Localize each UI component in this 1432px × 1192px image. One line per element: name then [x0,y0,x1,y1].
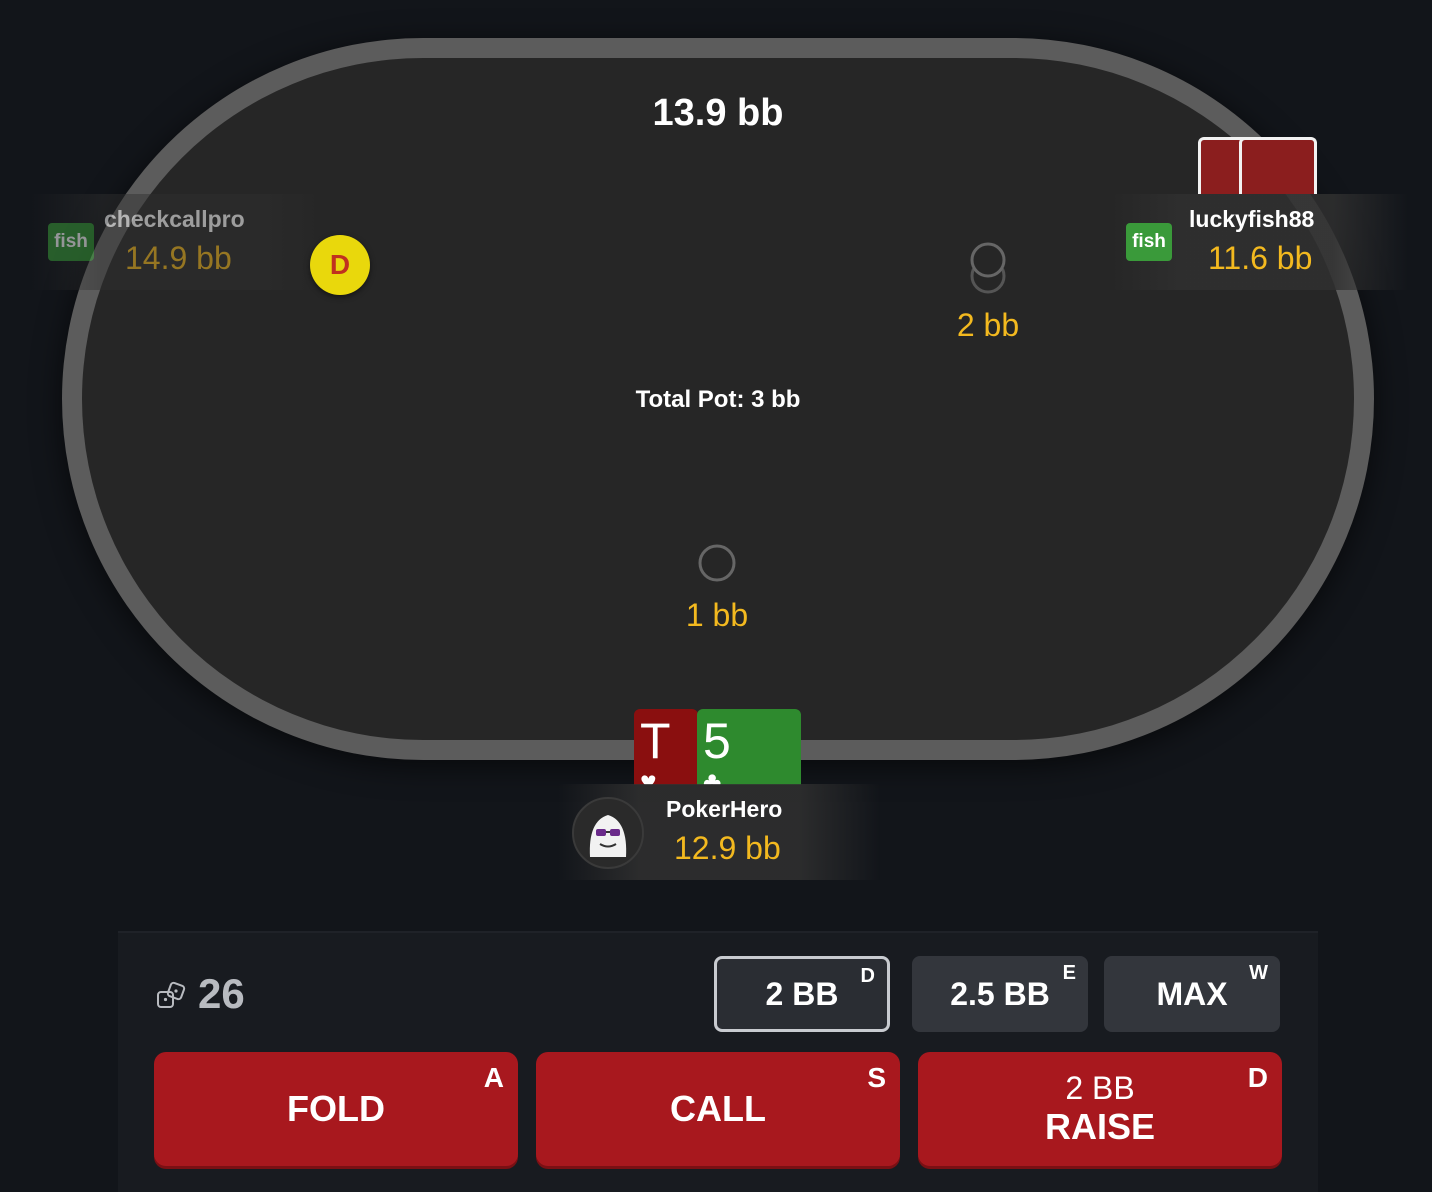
hotkey-label: D [1247,1062,1268,1093]
hotkey-label: A [483,1062,504,1093]
bet-amount: 2 bb [956,307,1020,343]
fold-button[interactable]: FOLD A [154,1052,518,1166]
dealer-button: D [310,235,370,295]
avatar-icon [589,815,627,857]
hole-card-1: T ♥ [634,709,698,785]
fold-label: FOLD [287,1088,385,1129]
player-stack: 14.9 bb [125,240,232,276]
hotkey-label: W [1249,962,1268,984]
card-rank: 5 [703,713,731,769]
size-button-2-5bb[interactable]: 2.5 BB E [912,956,1088,1032]
size-label: 2.5 BB [950,975,1050,1012]
seat-luckyfish88[interactable]: fish luckyfish88 11.6 bb [1110,194,1408,290]
pot-display: 13.9 bb [652,92,784,134]
call-button[interactable]: CALL S [536,1052,900,1166]
seat-checkcallpro[interactable]: fish checkcallpro 14.9 bb [28,194,324,290]
avatar [572,797,644,869]
player-tag: fish [1126,223,1172,261]
player-stack: 11.6 bb [1208,240,1313,276]
player-stack: 12.9 bb [674,830,781,866]
hotkey-label: D [860,965,875,987]
size-button-max[interactable]: MAX W [1104,956,1280,1032]
dice-icon [157,981,186,1008]
size-label: 2 BB [765,975,839,1012]
hotkey-label: E [1062,962,1076,984]
raise-label: RAISE [1044,1106,1156,1147]
hearts-icon: ♥ [640,766,657,786]
hotkey-label: S [867,1062,886,1093]
card-back [1239,137,1317,194]
player-name: PokerHero [666,796,783,822]
card-rank: T [640,713,671,769]
player-tag: fish [48,223,94,261]
player-name: checkcallpro [104,206,245,232]
hole-card-2: 5 ♣ [697,709,801,785]
clubs-icon: ♣ [703,766,722,786]
total-pot: Total Pot: 3 bb [635,386,801,413]
hand-counter: 26 [198,970,245,1017]
chip-icon [698,544,736,582]
size-button-2bb[interactable]: 2 BB D [714,956,890,1032]
chip-stack-icon [970,242,1006,294]
raise-button[interactable]: 2 BB RAISE D [918,1052,1282,1166]
bet-amount: 1 bb [685,597,749,633]
call-label: CALL [670,1088,766,1129]
player-name: luckyfish88 [1189,206,1315,232]
raise-amount: 2 BB [1065,1070,1135,1106]
size-label: MAX [1156,975,1228,1012]
